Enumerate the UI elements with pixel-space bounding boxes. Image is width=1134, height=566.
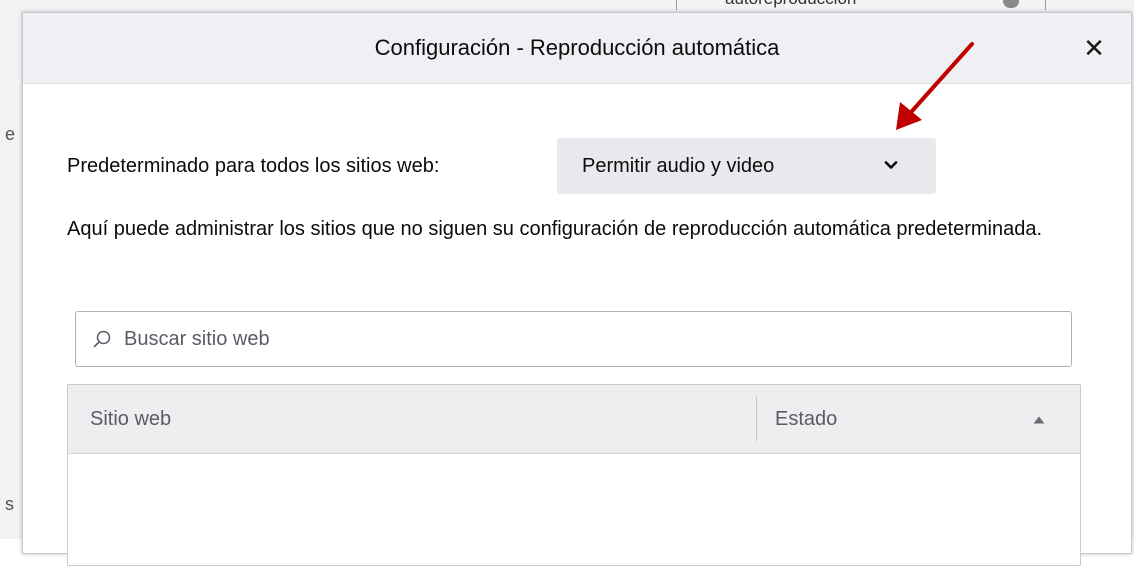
default-setting-label: Predeterminado para todos los sitios web… (67, 155, 440, 177)
column-header-status[interactable]: Estado (757, 385, 1080, 453)
search-input[interactable] (124, 322, 1054, 356)
column-label-status: Estado (775, 408, 838, 430)
background-edge-text: s (5, 494, 14, 514)
table-header: Sitio web Estado (68, 385, 1080, 454)
autoplay-settings-dialog: Configuración - Reproducción automática … (22, 12, 1132, 566)
column-label-website: Sitio web (90, 408, 172, 430)
sort-ascending-icon (1033, 416, 1045, 424)
background-search-field: autoreproducción (676, 0, 1046, 10)
column-header-website[interactable]: Sitio web (68, 385, 756, 453)
description-text: Aquí puede administrar los sitios que no… (67, 218, 1043, 240)
background-search-text: autoreproducción (725, 0, 856, 9)
dialog-titlebar: Configuración - Reproducción automática … (23, 13, 1131, 84)
background-edge-text: e (5, 124, 16, 144)
default-autoplay-select[interactable]: Permitir audio y video (557, 138, 936, 194)
dialog-title: Configuración - Reproducción automática (374, 35, 780, 60)
close-button[interactable]: ✕ (1077, 31, 1111, 65)
search-icon (93, 330, 111, 348)
chevron-down-icon (884, 161, 898, 169)
close-icon: ✕ (1083, 33, 1105, 63)
search-box (75, 311, 1072, 367)
background-clear-icon (1003, 0, 1019, 8)
default-autoplay-value: Permitir audio y video (582, 155, 775, 177)
